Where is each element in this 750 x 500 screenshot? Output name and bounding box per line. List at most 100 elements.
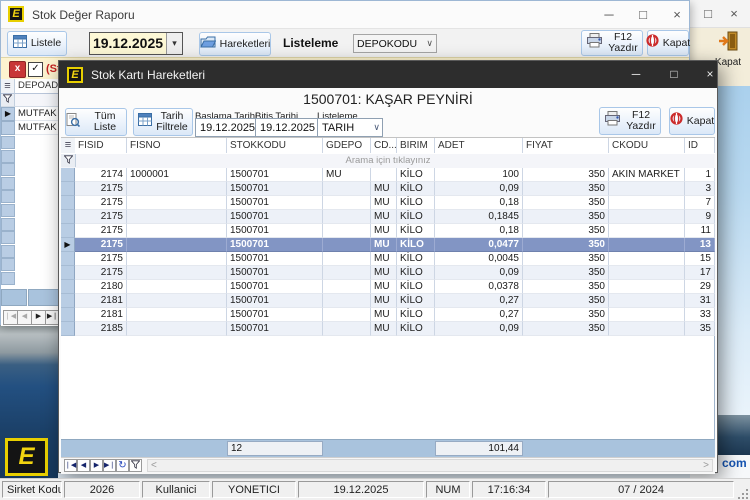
close-icon[interactable]: × — [722, 0, 746, 28]
minimize-icon[interactable]: ─ — [621, 61, 651, 88]
column-header[interactable]: FISNO — [127, 138, 227, 153]
row-marker[interactable] — [61, 182, 75, 196]
row-marker[interactable] — [61, 224, 75, 238]
table-row[interactable]: 21751500701MUKİLO0,1835011 — [61, 224, 715, 238]
row-marker[interactable] — [61, 266, 75, 280]
horizontal-scrollbar[interactable]: < > — [147, 459, 713, 472]
yazdir-label: F12Yazdır — [626, 110, 656, 132]
filter-funnel-button[interactable] — [129, 459, 142, 472]
column-header[interactable]: FIYAT — [523, 138, 609, 153]
minimize-icon[interactable]: ─ — [597, 1, 621, 29]
table-cell: 1500701 — [227, 224, 323, 238]
row-marker[interactable]: ▶ — [1, 107, 15, 121]
row-marker[interactable] — [1, 121, 15, 135]
filter-funnel-icon[interactable] — [61, 154, 76, 167]
status-period: 07 / 2024 — [548, 481, 734, 498]
kapat-button[interactable]: Kapat — [669, 107, 715, 135]
column-header[interactable]: ADET — [435, 138, 523, 153]
table-cell: 0,0378 — [435, 280, 523, 294]
clear-filter-button[interactable]: x — [9, 61, 26, 78]
search-page-icon — [66, 113, 80, 132]
maximize-icon[interactable]: □ — [631, 1, 655, 29]
table-cell — [609, 294, 685, 308]
nav-prev-button[interactable]: ◀ — [17, 310, 32, 325]
kapat-label: Kapat — [663, 38, 690, 49]
row-marker[interactable] — [61, 196, 75, 210]
table-cell: 1500701 — [227, 322, 323, 336]
table-row[interactable]: ▶21751500701MUKİLO0,047735013 — [61, 238, 715, 252]
table-cell: 1500701 — [227, 168, 323, 182]
close-icon[interactable]: × — [695, 61, 725, 88]
filter-checkbox[interactable]: ✓ — [28, 62, 43, 77]
depot-summary-cell — [28, 289, 59, 306]
maximize-icon[interactable]: □ — [659, 61, 689, 88]
row-marker[interactable] — [61, 168, 75, 182]
column-header[interactable]: CKODU — [609, 138, 685, 153]
yazdir-button[interactable]: F12Yazdır — [581, 30, 643, 56]
tarih-filtrele-button[interactable]: TarihFiltrele — [133, 108, 193, 136]
scroll-right-icon[interactable]: > — [703, 460, 709, 471]
dropdown-arrow-icon[interactable]: ▾ — [166, 33, 182, 54]
table-row[interactable]: 21751500701MUKİLO0,183507 — [61, 196, 715, 210]
listeleme-select[interactable]: TARIH∨ — [317, 118, 383, 137]
table-row[interactable]: 21751500701MUKİLO0,004535015 — [61, 252, 715, 266]
nav-first-button[interactable]: ❘◀ — [64, 459, 77, 472]
listeleme-select[interactable]: DEPOKODU ∨ — [353, 34, 437, 53]
front-window-titlebar[interactable]: E Stok Kartı Hareketleri ─ □ × — [59, 61, 717, 88]
column-header[interactable]: ID — [685, 138, 715, 153]
grid-filter-row[interactable]: Arama için tıklayınız — [61, 154, 715, 169]
maximize-icon[interactable]: □ — [696, 0, 720, 28]
column-header[interactable]: BIRIM — [397, 138, 435, 153]
nav-first-button[interactable]: ❘◀ — [3, 310, 18, 325]
table-row[interactable]: 21801500701MUKİLO0,037835029 — [61, 280, 715, 294]
empty-row-marker — [1, 190, 15, 203]
table-row[interactable]: 217410000011500701MUKİLO100350AKIN MARKE… — [61, 168, 715, 182]
nav-last-button[interactable]: ▶❘ — [103, 459, 116, 472]
table-row[interactable]: 21751500701MUKİLO0,093503 — [61, 182, 715, 196]
depot-filter-row[interactable] — [15, 94, 59, 107]
tum-liste-button[interactable]: Tüm Liste — [65, 108, 127, 136]
listele-button[interactable]: Listele — [7, 31, 67, 56]
menu-icon[interactable]: ≡ — [1, 79, 15, 94]
table-row[interactable]: 21751500701MUKİLO0,0935017 — [61, 266, 715, 280]
refresh-button[interactable]: ↻ — [116, 459, 129, 472]
row-marker[interactable]: ▶ — [61, 238, 75, 252]
row-marker[interactable] — [61, 210, 75, 224]
nav-next-button[interactable]: ▶ — [31, 310, 46, 325]
column-header[interactable]: FISID — [75, 138, 127, 153]
app-logo[interactable]: E — [5, 438, 48, 476]
depot-column-header[interactable]: DEPOAD — [15, 79, 59, 94]
scroll-left-icon[interactable]: < — [151, 460, 157, 471]
report-date-picker[interactable]: 19.12.2025 ▾ — [89, 32, 183, 55]
menu-icon[interactable]: ≡ — [61, 138, 76, 153]
back-window-titlebar[interactable]: E Stok Değer Raporu ─ □ × — [1, 1, 689, 29]
close-icon[interactable]: × — [665, 1, 689, 29]
column-header[interactable]: STOKKODU — [227, 138, 323, 153]
back-window-title: Stok Değer Raporu — [32, 8, 135, 22]
column-header[interactable]: CD... — [371, 138, 397, 153]
depot-row[interactable]: MUTFAK — [15, 107, 59, 121]
table-row[interactable]: 21811500701MUKİLO0,2735031 — [61, 294, 715, 308]
row-marker[interactable] — [61, 280, 75, 294]
table-cell — [609, 224, 685, 238]
nav-next-button[interactable]: ▶ — [90, 459, 103, 472]
resize-grip[interactable] — [736, 487, 748, 499]
row-marker[interactable] — [61, 322, 75, 336]
row-marker[interactable] — [61, 308, 75, 322]
table-row[interactable]: 21751500701MUKİLO0,18453509 — [61, 210, 715, 224]
yazdir-button[interactable]: F12Yazdır — [599, 107, 661, 135]
table-cell: MU — [371, 238, 397, 252]
nav-prev-button[interactable]: ◀ — [77, 459, 90, 472]
table-row[interactable]: 21811500701MUKİLO0,2735033 — [61, 308, 715, 322]
kapat-button[interactable]: Kapat — [647, 30, 689, 56]
column-header[interactable]: GDEPO — [323, 138, 371, 153]
depot-row[interactable]: MUTFAK — [15, 121, 59, 135]
table-cell: 0,09 — [435, 266, 523, 280]
filter-funnel-icon[interactable] — [1, 94, 15, 107]
table-cell — [127, 196, 227, 210]
hareketleri-button[interactable]: Hareketleri — [199, 32, 271, 56]
printer-icon — [604, 111, 622, 131]
table-row[interactable]: 21851500701MUKİLO0,0935035 — [61, 322, 715, 336]
row-marker[interactable] — [61, 252, 75, 266]
row-marker[interactable] — [61, 294, 75, 308]
